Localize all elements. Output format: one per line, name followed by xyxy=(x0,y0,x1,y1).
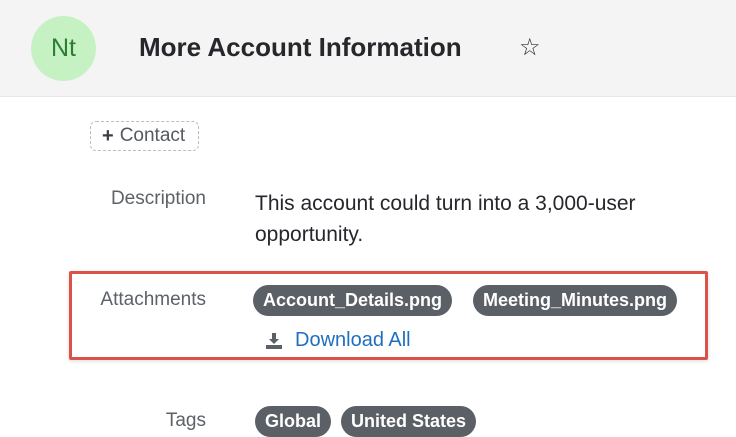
download-icon xyxy=(266,332,282,349)
add-contact-button[interactable]: + Contact xyxy=(90,121,200,151)
download-all-label: Download All xyxy=(295,329,411,351)
attachment-pill[interactable]: Account_Details.png xyxy=(253,285,453,316)
attachments-label: Attachments xyxy=(100,289,206,310)
add-contact-label: Contact xyxy=(119,125,186,146)
plus-icon: + xyxy=(102,124,114,147)
tag-pill[interactable]: United States xyxy=(341,406,477,437)
download-all-link[interactable]: Download All xyxy=(265,329,411,352)
description-label: Description xyxy=(110,188,206,209)
tags-label: Tags xyxy=(165,410,206,431)
record-header: Nt More Account Information ☆ xyxy=(0,0,736,97)
description-value: This account could turn into a 3,000-use… xyxy=(255,192,636,246)
attachment-pill[interactable]: Meeting_Minutes.png xyxy=(473,285,677,316)
tag-pill[interactable]: Global xyxy=(255,406,332,437)
page-title: More Account Information xyxy=(139,32,462,62)
star-icon[interactable]: ☆ xyxy=(519,33,541,62)
avatar: Nt xyxy=(31,16,96,81)
